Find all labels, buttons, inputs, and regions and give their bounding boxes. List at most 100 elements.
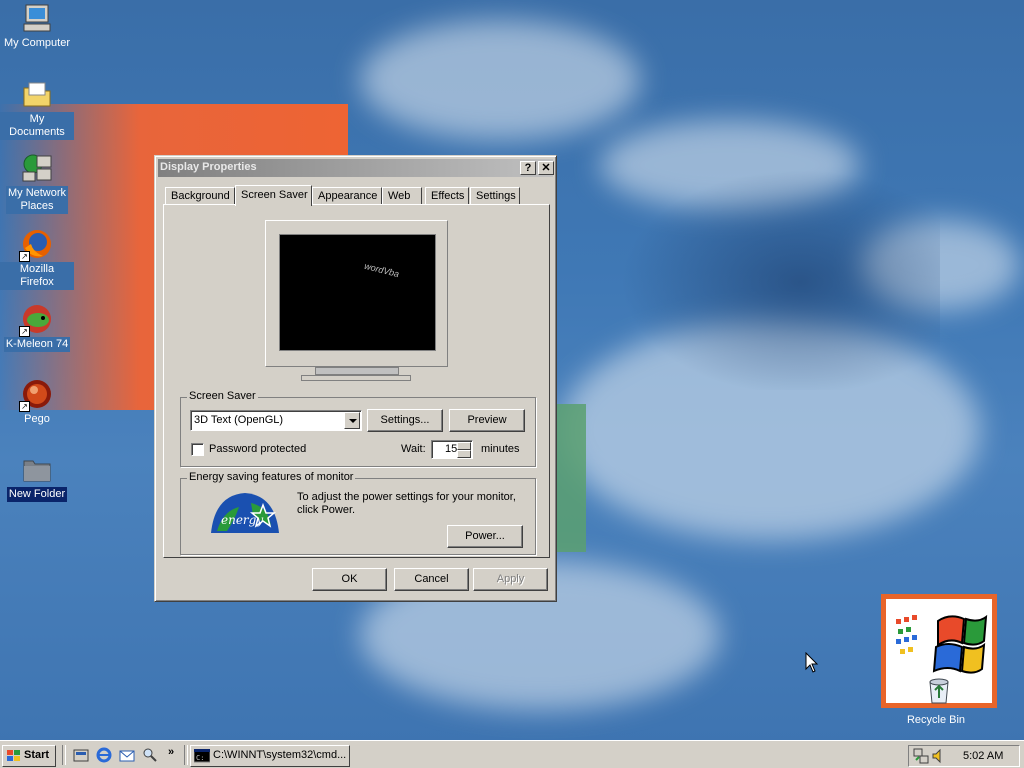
label-line-2: Places [20,200,54,212]
screen-saver-panel: wordVba Screen Saver 3D Text (OpenGL) Se… [163,204,550,558]
desktop-icon-pego[interactable]: ↗ Pego [0,378,74,427]
cancel-button-label: Cancel [414,573,449,585]
console-icon: C: [194,749,210,763]
desktop-icon-label: New Folder [6,487,68,502]
wait-value: 15 [445,443,458,455]
tab-screen-saver[interactable]: Screen Saver [235,185,312,206]
wallpaper-figure [590,150,940,390]
tab-effects[interactable]: Effects [425,187,469,205]
my-computer-icon [21,2,53,34]
network-places-icon [21,152,53,184]
tab-settings[interactable]: Settings [470,187,520,205]
help-button[interactable]: ? [520,161,536,175]
chevron-down-icon [349,419,357,423]
desktop-icon-label: Mozilla Firefox [0,262,74,290]
window-title: Display Properties [160,161,257,173]
apply-button-label: Apply [496,573,525,585]
taskbar-cmd-label: C:\WINNT\system32\cmd... [213,749,347,761]
desktop-icon-label: K-Meleon 74 [3,337,71,352]
desktop-icon-label: My Computer [3,37,71,49]
network-tray-icon[interactable] [913,748,929,764]
shortcut-arrow-icon: ↗ [19,326,30,337]
firefox-icon: ↗ [19,228,53,262]
power-button[interactable]: Power... [447,525,523,548]
password-label: Password protected [209,443,307,455]
desktop-icon-kmeleon[interactable]: ↗ K-Meleon 74 [0,303,74,352]
desktop-icon-firefox[interactable]: ↗ Mozilla Firefox [0,228,74,290]
shortcut-arrow-icon: ↗ [19,251,30,262]
recycle-bin-icon[interactable] [926,676,952,704]
show-desktop-icon[interactable] [73,747,89,763]
desktop-icon-label: My Network Places [5,186,69,214]
ok-button-label: OK [341,573,358,585]
stepper-down-button[interactable] [457,450,471,458]
preview-text: wordVba [363,260,401,280]
clock[interactable]: 5:02 AM [963,750,1003,762]
stepper-up-button[interactable] [457,442,471,450]
monitor-stand [315,367,399,375]
screen-saver-dropdown[interactable]: 3D Text (OpenGL) [190,410,362,431]
settings-button[interactable]: Settings... [367,409,443,432]
taskbar-divider [184,745,188,765]
svg-text:C:: C: [196,754,204,762]
display-properties-dialog[interactable]: Display Properties ? ✕ Background Screen… [154,155,557,602]
outlook-express-icon[interactable] [119,747,135,763]
title-bar[interactable]: Display Properties ? ✕ [158,159,554,177]
settings-button-label: Settings... [380,414,430,426]
desktop-icon-label: My Documents [0,112,74,140]
start-button[interactable]: Start [2,745,56,767]
pego-icon: ↗ [19,378,53,412]
system-tray: 5:02 AM [908,745,1020,767]
my-documents-icon [21,78,53,110]
desktop-icon-network-places[interactable]: My Network Places [0,152,74,214]
preview-button-label: Preview [467,414,507,426]
preview-button[interactable]: Preview [449,409,525,432]
mouse-cursor-icon [805,652,819,673]
tab-web[interactable]: Web [382,187,422,205]
cancel-button[interactable]: Cancel [394,568,469,591]
volume-tray-icon[interactable] [931,748,947,764]
cloud [360,20,640,140]
wait-unit: minutes [481,443,520,455]
wait-label: Wait: [401,443,426,455]
taskbar-cmd-button[interactable]: C: C:\WINNT\system32\cmd... [190,745,350,767]
monitor-base [301,375,411,381]
taskbar: Start » C: C:\WINNT\system32\cmd... 5:02… [0,740,1024,768]
start-label: Start [24,749,50,761]
kmeleon-icon: ↗ [19,303,53,337]
windows-logo-tile [881,594,997,708]
dropdown-arrow-button[interactable] [344,412,360,429]
energy-group-label: Energy saving features of monitor [187,471,356,483]
background-window-edge [556,404,586,552]
desktop-icon-my-computer[interactable]: My Computer [0,2,74,51]
tab-background[interactable]: Background [165,187,235,205]
ok-button[interactable]: OK [312,568,387,591]
tab-appearance[interactable]: Appearance [312,187,382,205]
energy-description: To adjust the power settings for your mo… [297,491,516,516]
search-icon[interactable] [142,747,158,763]
energy-group: Energy saving features of monitor energy… [180,471,536,555]
desktop-icon-label: Pego [24,413,50,425]
desktop-icon-label: Recycle Bin [906,714,966,726]
apply-button: Apply [473,568,548,591]
quick-launch-more[interactable]: » [168,746,174,758]
folder-icon [21,453,53,485]
desktop-icon-my-documents[interactable]: My Documents [0,78,74,140]
quick-launch-divider [62,745,66,765]
windows-logo-icon [7,750,20,761]
screen-saver-group: Screen Saver 3D Text (OpenGL) Settings..… [180,390,536,467]
desktop-icon-recycle-bin[interactable]: Recycle Bin [899,713,973,728]
label-line-1: My Network [7,187,67,199]
shortcut-arrow-icon: ↗ [19,401,30,412]
power-button-label: Power... [465,530,505,542]
screen-saver-selected: 3D Text (OpenGL) [194,414,284,426]
monitor-preview: wordVba [265,220,448,367]
screen-saver-group-label: Screen Saver [187,390,258,402]
close-button[interactable]: ✕ [538,161,554,175]
desktop-icon-new-folder[interactable]: New Folder [0,453,74,502]
energy-star-logo: energy [209,491,281,535]
internet-explorer-icon[interactable] [96,747,112,763]
preview-screen: wordVba [279,234,436,351]
password-checkbox[interactable] [191,443,204,456]
wait-minutes-stepper[interactable]: 15 [431,440,473,459]
